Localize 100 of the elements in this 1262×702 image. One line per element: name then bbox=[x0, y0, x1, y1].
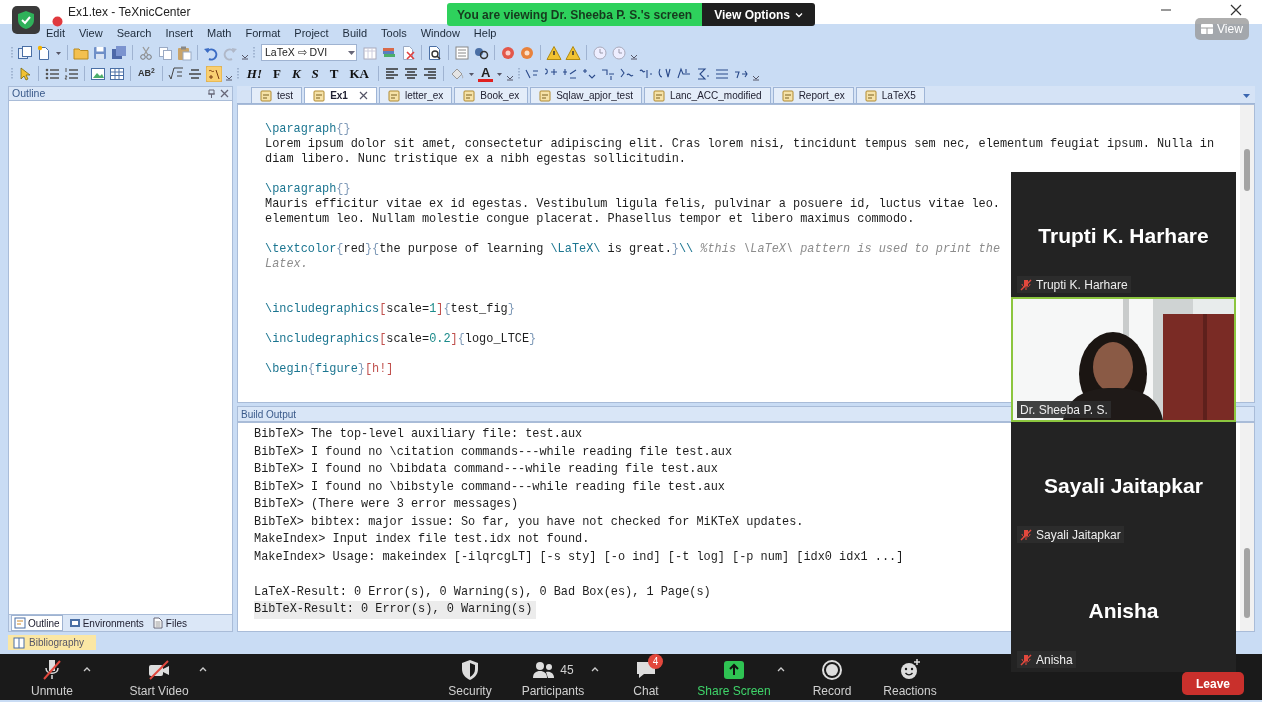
menu-item[interactable]: View bbox=[76, 24, 105, 42]
toolbar-button[interactable]: Security bbox=[438, 657, 502, 699]
scrollbar[interactable] bbox=[1240, 423, 1254, 631]
code-line: \begin{figure}[h!] bbox=[265, 362, 394, 377]
output-line: BibTeX> I found no \bibdata command---while reading file test.aux bbox=[254, 461, 719, 478]
output-line: BibTeX> I found no \bibstyle command---while reading file test.aux bbox=[254, 478, 726, 496]
align-right-icon[interactable] bbox=[421, 65, 438, 82]
close-icon[interactable] bbox=[1230, 4, 1242, 16]
participant-label: Dr. Sheeba P. S. bbox=[1017, 401, 1111, 418]
menu-item[interactable]: Math bbox=[205, 24, 234, 42]
superscript-button[interactable]: AB$^{2}$ bbox=[136, 69, 157, 78]
toolbar-button[interactable]: 45 Participants bbox=[516, 657, 590, 699]
toolbar-button[interactable]: Start Video bbox=[120, 657, 198, 699]
pane-tab[interactable]: Environments bbox=[66, 615, 146, 631]
document-tab[interactable]: Report_ex bbox=[772, 87, 854, 103]
format-button[interactable]: H! bbox=[242, 67, 266, 80]
documents-icon[interactable] bbox=[17, 44, 33, 61]
participant-name: Sayali Jaitapkar bbox=[1043, 473, 1204, 499]
output-line: MakeIndex> Input index file test.idx not found. bbox=[254, 531, 591, 548]
pin-icon[interactable] bbox=[207, 89, 216, 98]
code-line: \includegraphics[scale=1]{test_fig} bbox=[265, 302, 515, 317]
toolbar-button[interactable]: 4 Chat bbox=[614, 657, 678, 699]
scrollbar[interactable] bbox=[1240, 105, 1254, 402]
close-icon[interactable] bbox=[358, 91, 368, 100]
clipboard-icon[interactable] bbox=[176, 44, 192, 61]
warning-icon[interactable] bbox=[565, 44, 581, 61]
code-line: Lorem ipsum dolor sit amet, consectetur adipiscing elit. Cras lorem nisi, tincidunt tempus sem nec, elementum feugiat ipsum. Nulla in bbox=[265, 137, 1215, 152]
format-button[interactable]: K bbox=[287, 67, 305, 80]
format-button[interactable]: F bbox=[268, 67, 285, 80]
font-color-button[interactable]: A bbox=[477, 65, 494, 82]
toolbar-button[interactable]: Record bbox=[800, 657, 864, 699]
new-document-icon[interactable] bbox=[36, 44, 52, 61]
target-icon[interactable] bbox=[500, 44, 516, 61]
pane-tab[interactable]: Files bbox=[149, 615, 189, 631]
warning-icon[interactable] bbox=[546, 44, 562, 61]
root-fraction-icon[interactable] bbox=[167, 65, 184, 82]
view-options-button[interactable]: View Options bbox=[702, 3, 815, 26]
output-line: MakeIndex> Usage: makeindex [-ilqrcgLT] [-s sty] [-o ind] [-t log] [-p num] [idx0 idx1 ...] bbox=[254, 548, 905, 566]
muted-mic-icon bbox=[1020, 653, 1032, 666]
copy-icon[interactable] bbox=[157, 44, 173, 61]
menu-item[interactable]: Window bbox=[418, 24, 462, 42]
menu-item[interactable]: Insert bbox=[163, 24, 195, 42]
menu-item[interactable]: Search bbox=[114, 24, 154, 42]
document-tab[interactable]: Ex1 bbox=[304, 87, 377, 103]
document-tab[interactable]: Lanc_ACC_modified bbox=[643, 87, 771, 103]
align-center-icon[interactable] bbox=[402, 65, 419, 82]
code-line: elementum leo. Nullam molestie congue placerat. Phasellus tempor et libero maximus commodo. bbox=[265, 212, 915, 227]
code-line: \paragraph{} bbox=[265, 122, 351, 137]
menu-item[interactable]: Build bbox=[340, 24, 370, 42]
compiler-dropdown[interactable]: LaTeX ⇨ DVI bbox=[261, 44, 357, 61]
document-tab[interactable]: Sqlaw_apjor_test bbox=[530, 87, 642, 103]
participant-label: Trupti K. Harhare bbox=[1017, 276, 1131, 293]
format-button[interactable]: T bbox=[325, 67, 343, 80]
menu-item[interactable]: Help bbox=[471, 24, 499, 42]
table-icon[interactable] bbox=[109, 65, 125, 82]
document-tab[interactable]: Book_ex bbox=[454, 87, 529, 103]
grip-icon[interactable] bbox=[235, 65, 240, 82]
code-line: \textcolor{red}{the purpose of learning \LaTeX\ is great.}\\ %this \LaTeX\ pattern is used to print the bbox=[265, 242, 1001, 257]
menu-item[interactable]: Project bbox=[292, 24, 331, 42]
record-icon bbox=[820, 658, 844, 682]
format-button[interactable]: KA bbox=[345, 67, 373, 80]
menu-item[interactable]: Format bbox=[243, 24, 283, 42]
scissors-icon[interactable] bbox=[138, 44, 154, 61]
menu-item[interactable]: Tools bbox=[379, 24, 409, 42]
bibliography-tab[interactable]: Bibliography bbox=[8, 635, 96, 650]
document-tab[interactable]: LaTeX5 bbox=[855, 87, 925, 103]
math-symbol-icon[interactable] bbox=[695, 65, 712, 82]
symbol-icon[interactable] bbox=[205, 65, 222, 82]
smiley-plus-icon bbox=[898, 658, 922, 682]
grip-icon[interactable] bbox=[517, 65, 522, 82]
unread-count: 4 bbox=[648, 654, 663, 669]
video-off-icon bbox=[147, 658, 171, 682]
share-screen-icon bbox=[722, 658, 746, 682]
toolbar-button[interactable]: Share Screen bbox=[692, 657, 776, 699]
tab-list-icon[interactable] bbox=[1242, 91, 1251, 100]
document-tab[interactable]: letter_ex bbox=[378, 87, 453, 103]
document-icon bbox=[864, 89, 877, 102]
document-delete-icon[interactable] bbox=[400, 44, 416, 61]
align-left-icon[interactable] bbox=[383, 65, 400, 82]
shield-icon[interactable] bbox=[12, 6, 40, 34]
numbered-list-icon[interactable] bbox=[63, 65, 79, 82]
save-icon[interactable] bbox=[92, 44, 108, 61]
output-line: LaTeX-Result: 0 Error(s), 0 Warning(s), 0 Bad Box(es), 1 Page(s) bbox=[254, 583, 712, 601]
caret-icon[interactable] bbox=[347, 48, 356, 57]
stacked-disks-icon[interactable] bbox=[111, 44, 127, 61]
menu-item[interactable]: Edit bbox=[44, 24, 67, 42]
picture-icon[interactable] bbox=[90, 65, 106, 82]
toolbar-button[interactable]: Reactions bbox=[878, 657, 942, 699]
leave-button[interactable]: Leave bbox=[1181, 672, 1244, 695]
participant-name: Trupti K. Harhare bbox=[1037, 223, 1210, 249]
document-magnifier-icon[interactable] bbox=[427, 44, 443, 61]
muted-mic-icon bbox=[1020, 528, 1032, 541]
pointer-icon[interactable] bbox=[17, 65, 33, 82]
document-tab[interactable]: test bbox=[251, 87, 303, 103]
pane-tab[interactable]: Outline bbox=[11, 615, 63, 631]
format-button[interactable]: S bbox=[307, 67, 323, 80]
layout-icon bbox=[1201, 24, 1213, 34]
output-line: BibTeX> The top-level auxiliary file: test.aux bbox=[254, 426, 584, 443]
toolbar-button[interactable]: Unmute bbox=[22, 657, 82, 699]
code-line: \includegraphics[scale=0.2]{logo_LTCE} bbox=[265, 332, 537, 347]
